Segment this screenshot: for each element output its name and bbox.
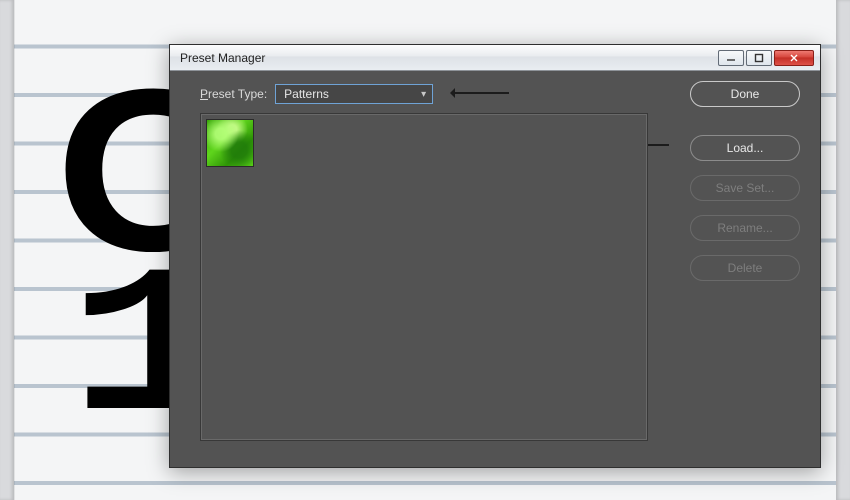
preset-manager-window: Preset Manager Preset Type: Patterns ▾ ✲… — [169, 44, 821, 468]
titlebar[interactable]: Preset Manager — [170, 45, 820, 71]
save-set-button: Save Set... — [690, 175, 800, 201]
close-button[interactable] — [774, 50, 814, 66]
preset-type-select[interactable]: Patterns ▾ — [275, 84, 433, 104]
close-icon — [789, 53, 799, 63]
minimize-icon — [726, 53, 736, 63]
minimize-button[interactable] — [718, 50, 744, 66]
preset-grid[interactable] — [200, 113, 648, 441]
dialog-buttons: Done Load... Save Set... Rename... Delet… — [690, 81, 800, 281]
delete-button: Delete — [690, 255, 800, 281]
maximize-icon — [754, 53, 764, 63]
rename-button: Rename... — [690, 215, 800, 241]
load-button[interactable]: Load... — [690, 135, 800, 161]
pattern-swatch[interactable] — [206, 119, 254, 167]
dialog-body: Preset Type: Patterns ▾ ✲▸ Done Load... … — [170, 71, 820, 467]
window-title: Preset Manager — [180, 51, 718, 65]
maximize-button[interactable] — [746, 50, 772, 66]
chevron-down-icon: ▾ — [421, 89, 426, 100]
annotation-arrow-preset-type — [455, 92, 509, 94]
done-button[interactable]: Done — [690, 81, 800, 107]
preset-type-label: Preset Type: — [200, 87, 267, 101]
preset-type-value: Patterns — [284, 87, 329, 101]
window-buttons — [718, 50, 814, 66]
